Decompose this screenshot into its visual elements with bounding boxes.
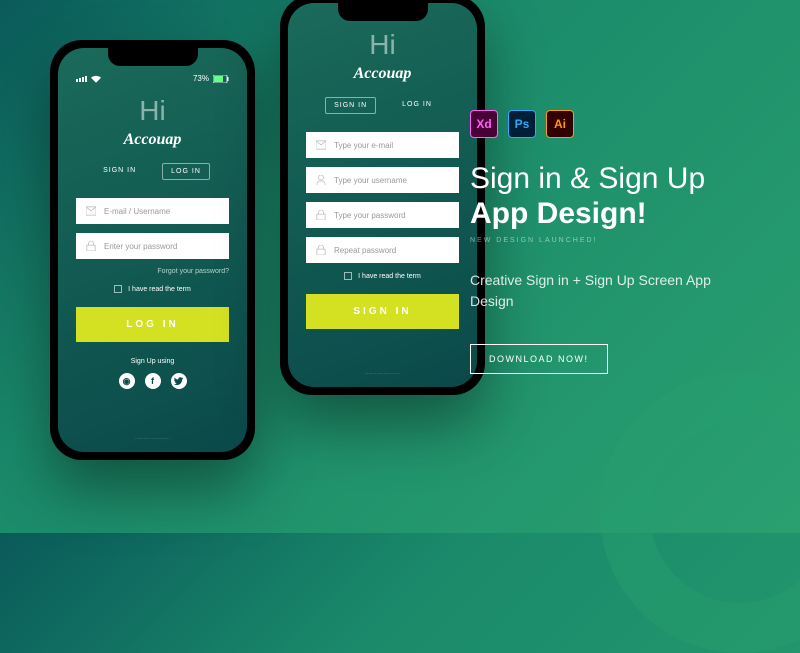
promo-content: Xd Ps Ai Sign in & Sign Up App Design! N… — [470, 110, 750, 374]
email-placeholder: E-mail / Username — [104, 207, 170, 216]
adobe-ai-icon: Ai — [546, 110, 574, 138]
password-field[interactable]: Enter your password — [76, 233, 229, 259]
signup-screen: Hi Accouap SIGN IN LOG IN Type your e-ma… — [288, 3, 477, 387]
signup-username-field[interactable]: Type your username — [306, 167, 459, 193]
battery-percent: 73% — [193, 74, 209, 83]
lock-icon — [316, 245, 326, 255]
description: Creative Sign in + Sign Up Screen App De… — [470, 270, 750, 312]
tab-signin[interactable]: SIGN IN — [325, 97, 376, 114]
wifi-icon — [91, 75, 101, 83]
signal-icon — [76, 76, 87, 82]
signup-using-label: Sign Up using — [76, 358, 229, 365]
adobe-ps-icon: Ps — [508, 110, 536, 138]
tab-login[interactable]: LOG IN — [394, 97, 440, 114]
auth-tabs: SIGN IN LOG IN — [306, 97, 459, 114]
battery-icon — [213, 75, 229, 83]
mail-icon — [316, 140, 326, 150]
twitter-icon[interactable] — [171, 373, 187, 389]
greeting: Hi — [76, 95, 229, 127]
placeholder: Type your username — [334, 176, 407, 185]
signup-email-field[interactable]: Type your e-mail — [306, 132, 459, 158]
greeting: Hi — [306, 29, 459, 61]
login-screen: 73% Hi Accouap SIGN IN LOG IN E-mail / U… — [58, 48, 247, 452]
phone-signup: Hi Accouap SIGN IN LOG IN Type your e-ma… — [280, 0, 485, 395]
footer-text: ····················· — [288, 371, 477, 377]
user-icon — [316, 175, 326, 185]
terms-row: I have read the term — [76, 285, 229, 293]
phone-notch — [338, 3, 428, 21]
tab-signin[interactable]: SIGN IN — [95, 163, 144, 180]
download-button[interactable]: DOWNLOAD NOW! — [470, 344, 608, 374]
terms-label: I have read the term — [128, 286, 191, 293]
facebook-icon[interactable]: f — [145, 373, 161, 389]
app-format-icons: Xd Ps Ai — [470, 110, 750, 138]
signup-repeat-password-field[interactable]: Repeat password — [306, 237, 459, 263]
placeholder: Type your password — [334, 211, 406, 220]
brand-logo: Accouap — [76, 131, 229, 149]
footer-text: ····················· — [58, 436, 247, 442]
placeholder: Repeat password — [334, 246, 396, 255]
terms-checkbox[interactable] — [114, 285, 122, 293]
lock-icon — [316, 210, 326, 220]
auth-tabs: SIGN IN LOG IN — [76, 163, 229, 180]
phone-notch — [108, 48, 198, 66]
phone-mockups: 73% Hi Accouap SIGN IN LOG IN E-mail / U… — [50, 40, 485, 460]
headline-line1: Sign in & Sign Up — [470, 162, 705, 195]
placeholder: Type your e-mail — [334, 141, 393, 150]
brand-logo: Accouap — [306, 65, 459, 83]
headline-line2: App Design! — [470, 197, 647, 230]
login-button[interactable]: LOG IN — [76, 307, 229, 342]
social-row: ◉ f — [76, 373, 229, 389]
email-field[interactable]: E-mail / Username — [76, 198, 229, 224]
signup-password-field[interactable]: Type your password — [306, 202, 459, 228]
terms-label: I have read the term — [358, 273, 421, 280]
adobe-xd-icon: Xd — [470, 110, 498, 138]
terms-checkbox[interactable] — [344, 272, 352, 280]
instagram-icon[interactable]: ◉ — [119, 373, 135, 389]
phone-login: 73% Hi Accouap SIGN IN LOG IN E-mail / U… — [50, 40, 255, 460]
decorative-ring — [600, 373, 800, 653]
terms-row: I have read the term — [306, 272, 459, 280]
headline: Sign in & Sign Up App Design! — [470, 162, 750, 231]
mail-icon — [86, 206, 96, 216]
signin-button[interactable]: SIGN IN — [306, 294, 459, 329]
tab-login[interactable]: LOG IN — [162, 163, 210, 180]
forgot-password-link[interactable]: Forgot your password? — [76, 268, 229, 275]
password-placeholder: Enter your password — [104, 242, 177, 251]
lock-icon — [86, 241, 96, 251]
status-bar: 73% — [76, 74, 229, 83]
tagline: NEW DESIGN LAUNCHED! — [470, 237, 750, 244]
